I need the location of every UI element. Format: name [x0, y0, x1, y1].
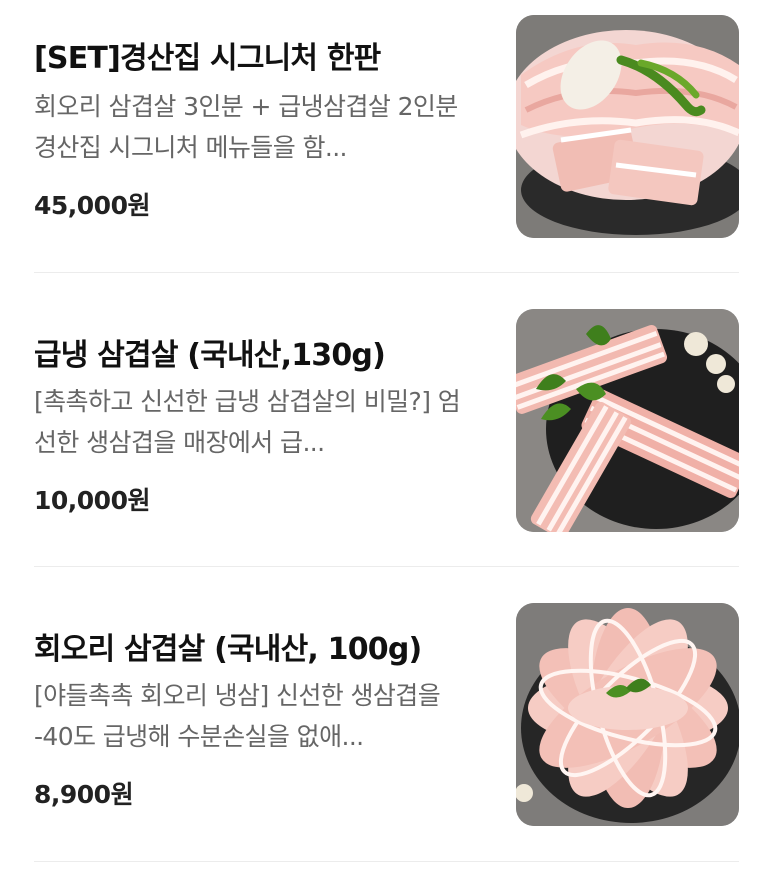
- menu-item-photo[interactable]: [516, 309, 739, 532]
- menu-item-swirl-pork-belly[interactable]: 회오리 삼겹살 (국내산, 100g) [야들촉촉 회오리 냉삼] 신선한 생삼…: [0, 588, 773, 882]
- menu-item-description: [촉촉하고 신선한 급냉 삼겹살의 비밀?] 엄선한 생삼겹을 매장에서 급..…: [34, 387, 461, 457]
- divider: [34, 861, 739, 862]
- pork-belly-set-platter-photo: [516, 15, 739, 238]
- menu-item-title: 회오리 삼겹살 (국내산, 100g): [34, 632, 422, 667]
- divider: [34, 272, 739, 273]
- divider: [34, 566, 739, 567]
- menu-item-set-signature[interactable]: [SET]경산집 시그니처 한판 회오리 삼겹살 3인분 + 급냉삼겹살 2인분…: [0, 0, 773, 294]
- swirl-pork-belly-photo: [516, 603, 739, 826]
- frozen-pork-belly-photo: [516, 309, 739, 532]
- menu-item-photo[interactable]: [516, 603, 739, 826]
- menu-item-title: 급냉 삼겹살 (국내산,130g): [34, 338, 386, 373]
- menu-item-frozen-pork-belly[interactable]: 급냉 삼겹살 (국내산,130g) [촉촉하고 신선한 급냉 삼겹살의 비밀?]…: [0, 294, 773, 588]
- menu-item-description: [야들촉촉 회오리 냉삼] 신선한 생삼겹을 -40도 급냉해 수분손실을 없애…: [34, 681, 441, 751]
- menu-item-description: 회오리 삼겹살 3인분 + 급냉삼겹살 2인분 경산집 시그니처 메뉴들을 함.…: [34, 92, 458, 162]
- menu-item-price: 8,900원: [34, 780, 134, 809]
- menu-item-photo[interactable]: [516, 15, 739, 238]
- menu-item-price: 10,000원: [34, 486, 150, 515]
- menu-item-title: [SET]경산집 시그니처 한판: [34, 41, 381, 76]
- menu-item-price: 45,000원: [34, 191, 150, 220]
- menu-list: [SET]경산집 시그니처 한판 회오리 삼겹살 3인분 + 급냉삼겹살 2인분…: [0, 0, 773, 864]
